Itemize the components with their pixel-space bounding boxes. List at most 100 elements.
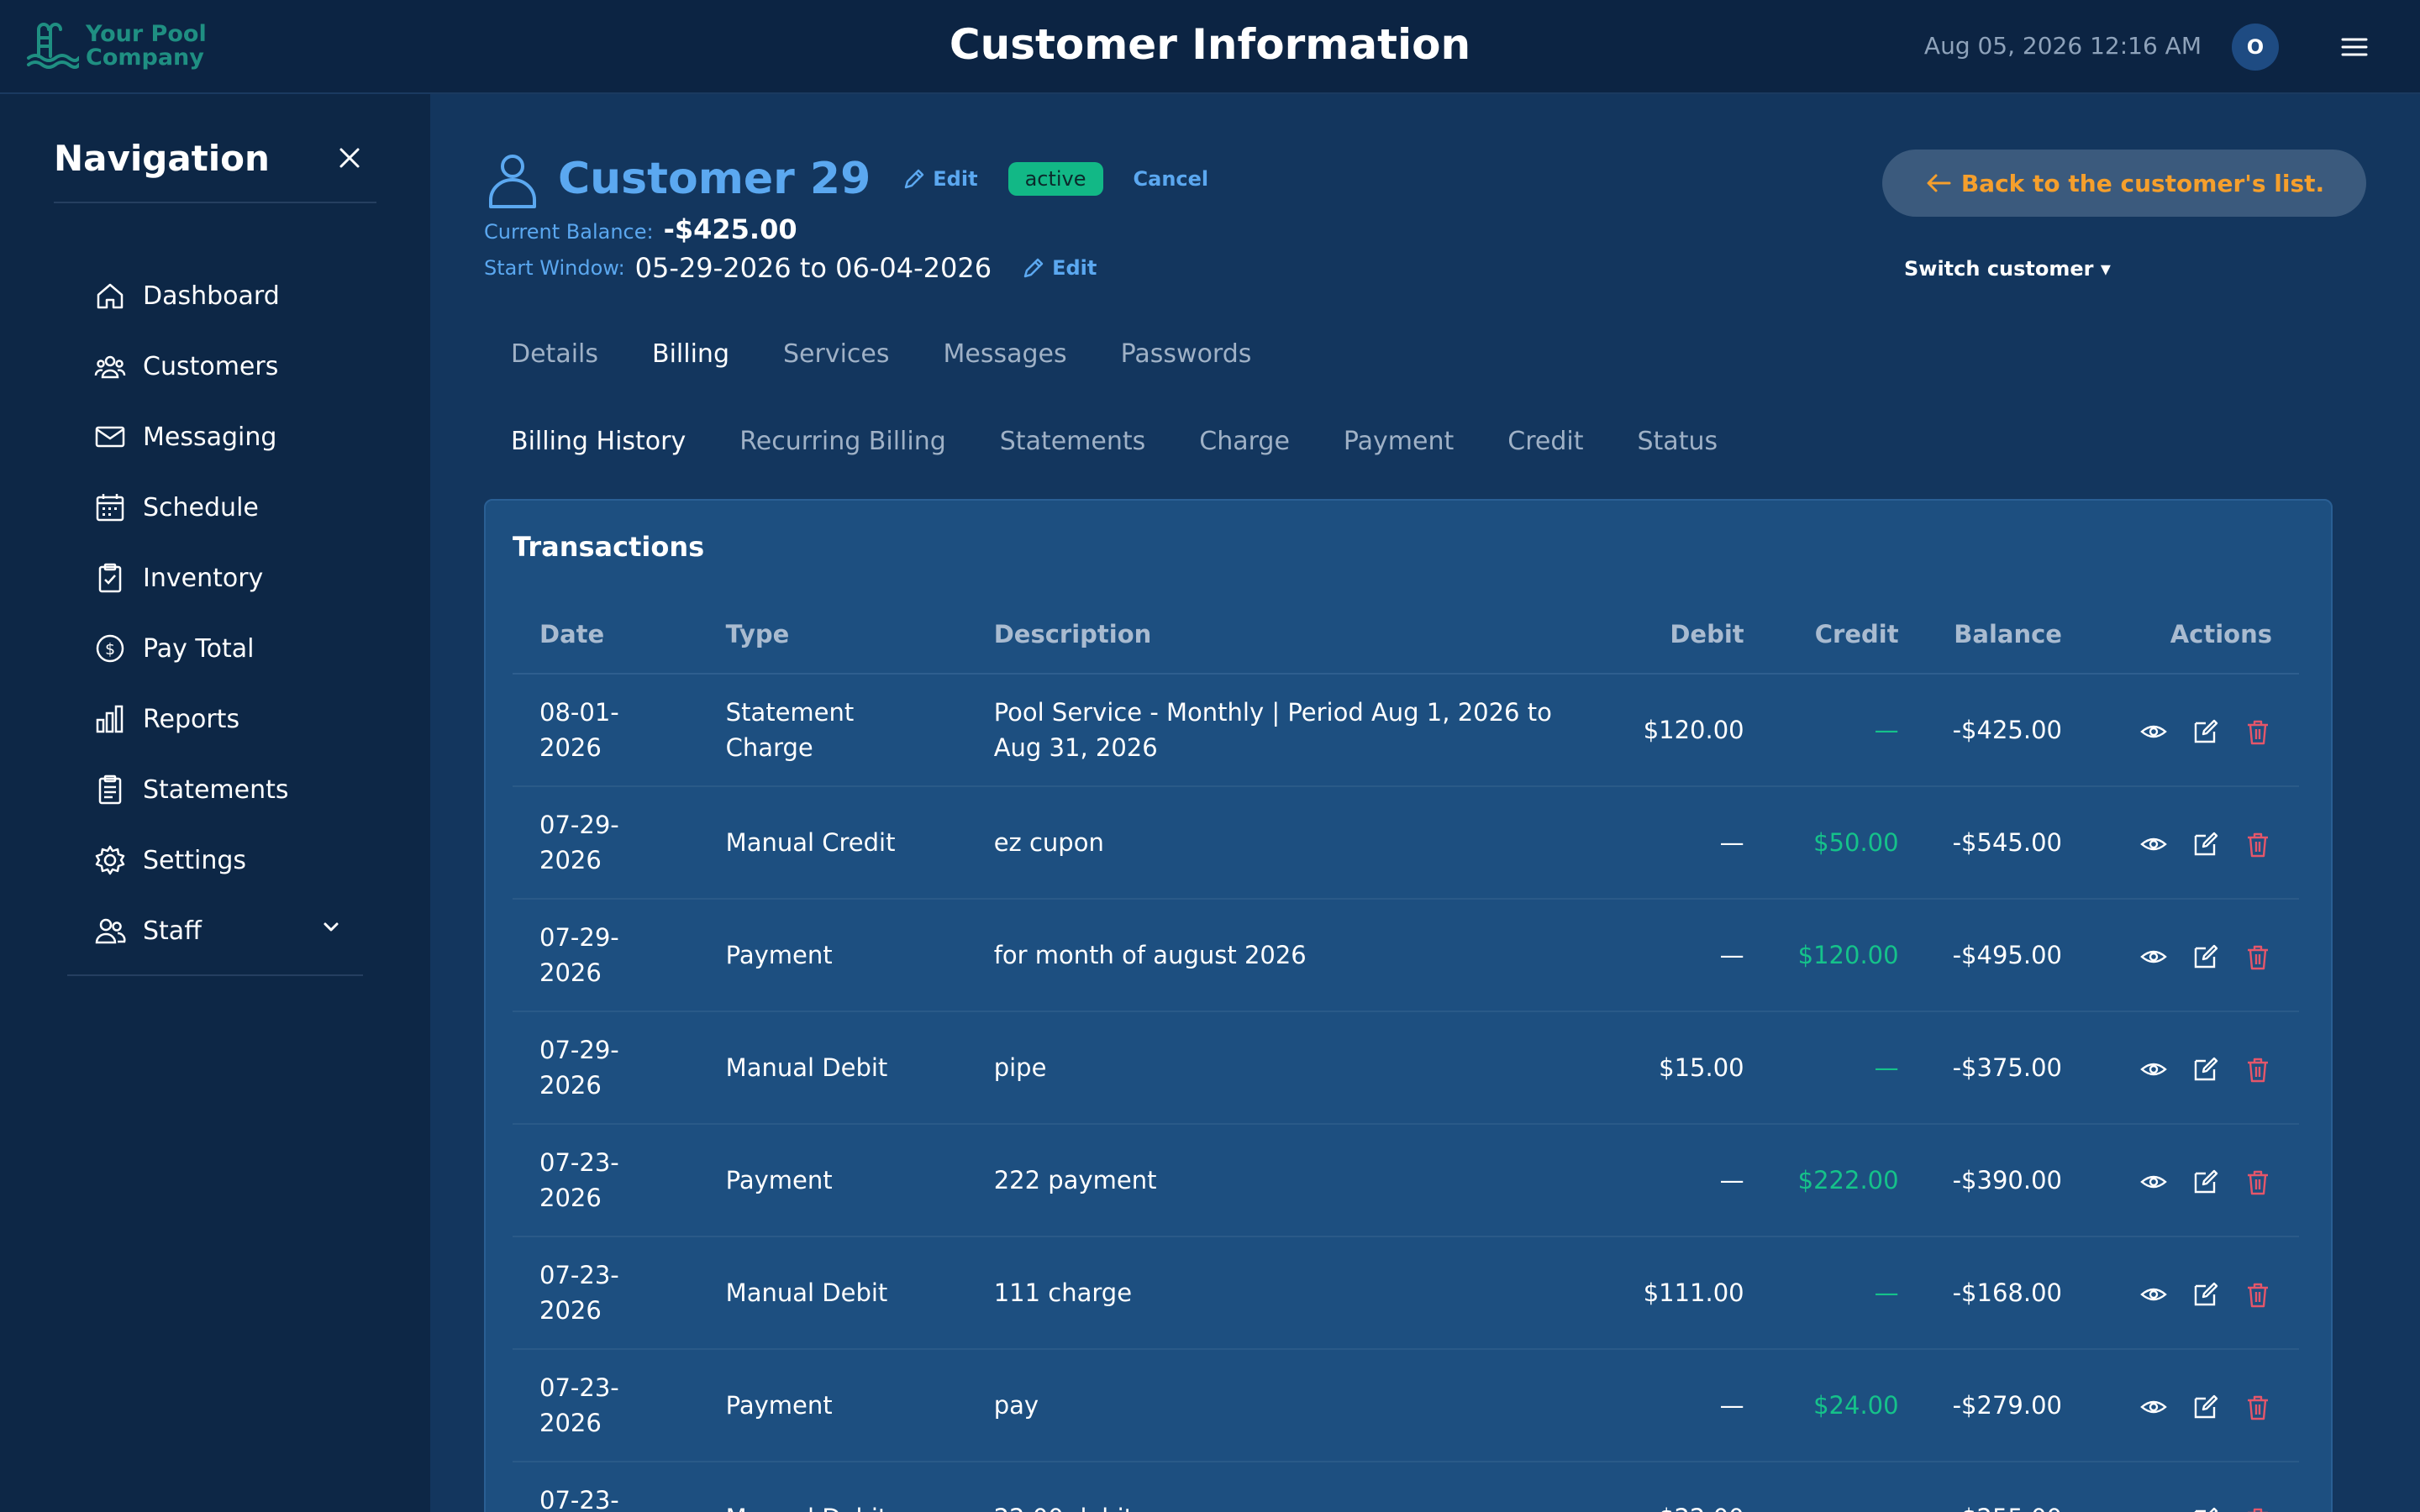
- close-icon[interactable]: [334, 143, 365, 173]
- sidebar-item-inventory[interactable]: Inventory: [94, 543, 289, 613]
- view-icon[interactable]: [2139, 830, 2168, 858]
- view-icon[interactable]: [2139, 1280, 2168, 1309]
- cell-debit: —: [1611, 1349, 1771, 1462]
- edit-icon[interactable]: [2191, 942, 2220, 971]
- cell-date: 08-01-2026: [513, 674, 699, 787]
- subtab-credit[interactable]: Credit: [1507, 427, 1583, 456]
- cell-credit: —: [1770, 674, 1926, 787]
- column-header-date[interactable]: Date: [513, 595, 699, 675]
- column-header-actions: Actions: [2088, 595, 2299, 675]
- cell-debit: $15.00: [1611, 1011, 1771, 1125]
- subtab-charge[interactable]: Charge: [1199, 427, 1290, 456]
- cell-debit: $22.00: [1611, 1462, 1771, 1512]
- subtab-statements[interactable]: Statements: [1000, 427, 1146, 456]
- subtab-billing-history[interactable]: Billing History: [511, 427, 686, 456]
- edit-label: Edit: [933, 167, 978, 191]
- cell-description: pipe: [966, 1011, 1612, 1125]
- tab-billing[interactable]: Billing: [652, 339, 729, 369]
- cell-date: 07-23-2026: [513, 1124, 699, 1237]
- view-icon[interactable]: [2139, 942, 2168, 971]
- switch-customer-dropdown[interactable]: Switch customer ▾: [1904, 257, 2111, 281]
- trash-icon[interactable]: [2244, 1055, 2272, 1084]
- back-button-label: Back to the customer's list.: [1960, 169, 2325, 197]
- subtab-payment[interactable]: Payment: [1344, 427, 1454, 456]
- sidebar-nav: Dashboard Customers Messaging Schedule I…: [94, 260, 289, 966]
- transactions-body: 08-01-2026 Statement Charge Pool Service -…: [513, 674, 2299, 1512]
- tab-services[interactable]: Services: [783, 339, 890, 369]
- edit-start-window-button[interactable]: Edit: [1022, 256, 1097, 280]
- column-header-credit[interactable]: Credit: [1770, 595, 1926, 675]
- tab-details[interactable]: Details: [511, 339, 598, 369]
- sidebar-item-messaging[interactable]: Messaging: [94, 402, 289, 472]
- sidebar-item-staff[interactable]: Staff: [94, 895, 289, 966]
- user-avatar[interactable]: O: [2232, 24, 2279, 71]
- sidebar-item-settings[interactable]: Settings: [94, 825, 289, 895]
- sidebar: Navigation Dashboard Customers Messaging…: [0, 94, 430, 1512]
- view-icon[interactable]: [2139, 1168, 2168, 1196]
- subtab-recurring-billing[interactable]: Recurring Billing: [739, 427, 946, 456]
- cell-debit: $120.00: [1611, 674, 1771, 787]
- back-to-list-button[interactable]: Back to the customer's list.: [1882, 150, 2366, 217]
- trash-icon[interactable]: [2244, 942, 2272, 971]
- trash-icon[interactable]: [2244, 830, 2272, 858]
- cell-balance: -$168.00: [1925, 1236, 2089, 1350]
- trash-icon[interactable]: [2244, 1393, 2272, 1421]
- table-header-row: Date Type Description Debit Credit Balan…: [513, 595, 2299, 675]
- edit-icon[interactable]: [2191, 1505, 2220, 1512]
- column-header-type[interactable]: Type: [698, 595, 967, 675]
- cell-debit: —: [1611, 786, 1771, 900]
- cell-balance: -$375.00: [1925, 1011, 2089, 1125]
- cell-actions: [2088, 899, 2299, 1012]
- view-icon[interactable]: [2139, 1505, 2168, 1512]
- sidebar-item-label: Pay Total: [143, 633, 255, 664]
- view-icon[interactable]: [2139, 717, 2168, 746]
- edit-icon[interactable]: [2191, 1393, 2220, 1421]
- subtab-status[interactable]: Status: [1638, 427, 1718, 456]
- edit-icon[interactable]: [2191, 1168, 2220, 1196]
- start-window-value: 05-29-2026 to 06-04-2026: [634, 252, 992, 284]
- view-icon[interactable]: [2139, 1055, 2168, 1084]
- svg-text:$: $: [105, 640, 115, 659]
- table-row: 07-23-2026Manual Debit22.00 debit$22.00—…: [513, 1462, 2299, 1512]
- cell-balance: -$425.00: [1925, 674, 2089, 787]
- edit-customer-button[interactable]: Edit: [902, 167, 978, 191]
- chevron-down-icon[interactable]: [321, 917, 341, 937]
- sidebar-item-customers[interactable]: Customers: [94, 331, 289, 402]
- cell-description: 22.00 debit: [966, 1462, 1612, 1512]
- menu-icon[interactable]: [2339, 32, 2370, 62]
- trash-icon[interactable]: [2244, 1168, 2272, 1196]
- sidebar-item-statements[interactable]: Statements: [94, 754, 289, 825]
- tab-messages[interactable]: Messages: [944, 339, 1067, 369]
- cell-actions: [2088, 1011, 2299, 1125]
- edit-icon[interactable]: [2191, 717, 2220, 746]
- calendar-icon: [96, 494, 124, 522]
- cell-description: ez cupon: [966, 786, 1612, 900]
- view-icon[interactable]: [2139, 1393, 2168, 1421]
- trash-icon[interactable]: [2244, 717, 2272, 746]
- sidebar-item-pay-total[interactable]: $ Pay Total: [94, 613, 289, 684]
- clipboard-check-icon: [98, 563, 122, 593]
- sidebar-item-reports[interactable]: Reports: [94, 684, 289, 754]
- cell-debit: —: [1611, 899, 1771, 1012]
- edit-icon[interactable]: [2191, 1280, 2220, 1309]
- sidebar-item-dashboard[interactable]: Dashboard: [94, 260, 289, 331]
- edit-icon[interactable]: [2191, 830, 2220, 858]
- column-header-debit[interactable]: Debit: [1611, 595, 1771, 675]
- start-window-label: Start Window:: [484, 256, 625, 280]
- cell-credit: $120.00: [1770, 899, 1926, 1012]
- trash-icon[interactable]: [2244, 1280, 2272, 1309]
- column-header-balance[interactable]: Balance: [1925, 595, 2089, 675]
- table-row: 08-01-2026 Statement Charge Pool Service -…: [513, 674, 2299, 787]
- billing-subtabs: Billing History Recurring Billing Statem…: [511, 427, 1771, 456]
- cancel-button[interactable]: Cancel: [1134, 167, 1209, 191]
- trash-icon[interactable]: [2244, 1505, 2272, 1512]
- column-header-description[interactable]: Description: [966, 595, 1612, 675]
- bar-chart-icon: [96, 705, 124, 733]
- cell-actions: [2088, 1349, 2299, 1462]
- cell-actions: [2088, 1236, 2299, 1350]
- edit-icon[interactable]: [2191, 1055, 2220, 1084]
- start-window: Start Window: 05-29-2026 to 06-04-2026 E…: [484, 252, 1097, 284]
- tab-passwords[interactable]: Passwords: [1121, 339, 1252, 369]
- cell-balance: -$279.00: [1925, 1349, 2089, 1462]
- sidebar-item-schedule[interactable]: Schedule: [94, 472, 289, 543]
